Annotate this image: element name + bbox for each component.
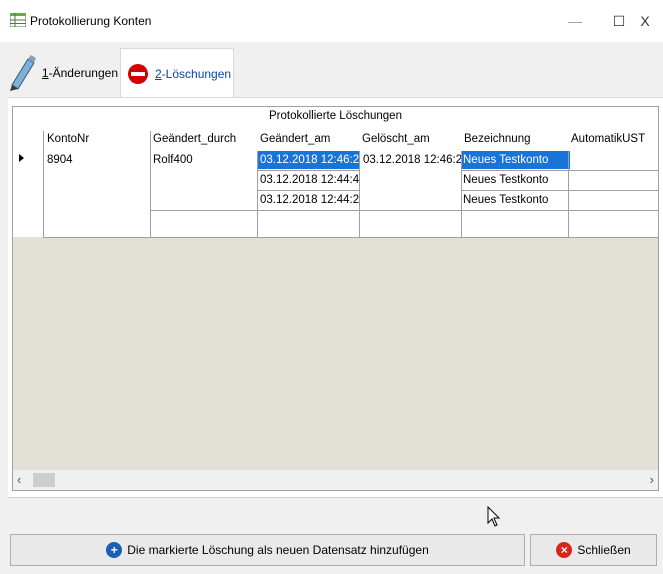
mouse-cursor-icon [487, 506, 501, 527]
cell-bezeichnung[interactable]: Neues Testkonto [461, 151, 570, 169]
close-button[interactable]: × Schließen [530, 534, 657, 566]
column-header-bezeichnung[interactable]: Bezeichnung [464, 133, 531, 145]
column-header-geloescht-am[interactable]: Gelöscht_am [362, 133, 430, 145]
tab-label: -Löschungen [161, 67, 232, 81]
title-bar: Protokollierung Konten — ☐ X [0, 0, 663, 42]
row-indicator-icon [19, 154, 24, 162]
column-header-kontonr[interactable]: KontoNr [47, 133, 89, 145]
cell-geaendert-am[interactable]: 03.12.2018 12:46:2 [258, 151, 360, 169]
column-header-automatikust[interactable]: AutomatikUST [571, 133, 645, 145]
cell-geaendert-am[interactable]: 03.12.2018 12:44:2 [258, 191, 360, 209]
deletions-grid[interactable]: Protokollierte Löschungen KontoNr Geände… [12, 106, 659, 472]
cell-geaendert-durch[interactable]: Rolf400 [153, 151, 193, 169]
cell-bezeichnung[interactable]: Neues Testkonto [461, 171, 570, 189]
close-button-label: Schließen [577, 543, 631, 557]
table-icon [10, 13, 26, 27]
plus-circle-icon: + [106, 542, 123, 558]
tab-label: -Änderungen [48, 66, 118, 80]
tab-loeschungen[interactable]: 2-Löschungen [120, 48, 234, 99]
add-button-label: Die markierte Löschung als neuen Datensa… [127, 543, 429, 557]
cell-kontonr[interactable]: 8904 [47, 151, 73, 169]
cell-geloescht-am[interactable]: 03.12.2018 12:46:2 [361, 151, 463, 169]
close-window-button[interactable]: X [627, 0, 663, 42]
column-header-geaendert-durch[interactable]: Geändert_durch [153, 133, 236, 145]
tab-aenderungen[interactable]: 1-Änderungen [6, 50, 118, 96]
add-deleted-record-button[interactable]: + Die markierte Löschung als neuen Daten… [10, 534, 525, 566]
minimize-button[interactable]: — [553, 0, 597, 42]
scroll-right-icon[interactable]: › [650, 472, 654, 487]
window-title: Protokollierung Konten [30, 14, 152, 28]
horizontal-scrollbar[interactable]: ‹ › [12, 470, 659, 491]
cell-geaendert-am[interactable]: 03.12.2018 12:44:4 [258, 171, 360, 189]
status-bar [8, 497, 663, 520]
scrollbar-thumb[interactable] [33, 473, 55, 487]
grid-caption: Protokollierte Löschungen [269, 110, 402, 122]
cell-bezeichnung[interactable]: Neues Testkonto [461, 191, 570, 209]
no-entry-icon [128, 64, 148, 84]
scroll-left-icon[interactable]: ‹ [17, 472, 21, 487]
tab-hotkey: 2 [155, 67, 162, 81]
close-circle-icon: × [556, 542, 573, 558]
tab-strip: 1-Änderungen 2-Löschungen [0, 42, 663, 99]
tab-hotkey: 1 [41, 66, 49, 80]
column-header-geaendert-am[interactable]: Geändert_am [260, 133, 330, 145]
pencil-icon [9, 55, 36, 91]
